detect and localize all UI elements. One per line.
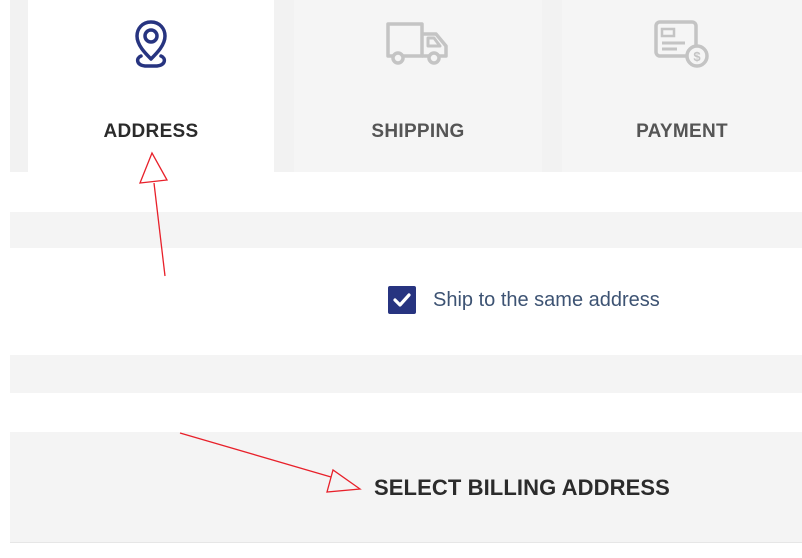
section-divider-band [10, 212, 802, 248]
ship-same-address-checkbox[interactable] [388, 286, 416, 314]
checkmark-icon [393, 293, 411, 307]
svg-text:$: $ [693, 49, 701, 64]
delivery-truck-icon [382, 18, 454, 96]
map-pin-icon [133, 18, 169, 96]
step-address-tab[interactable]: ADDRESS [28, 0, 274, 172]
step-shipping-tab[interactable]: SHIPPING [294, 0, 542, 172]
step-shipping-label: SHIPPING [371, 121, 465, 142]
step-payment-tab[interactable]: $ PAYMENT [562, 0, 802, 172]
step-payment-label: PAYMENT [636, 121, 728, 142]
checkout-page: ADDRESS SHIPPING $ PAYMENT Ship to the s… [0, 0, 802, 558]
payment-card-dollar-icon: $ [651, 18, 713, 96]
step-address-label: ADDRESS [103, 121, 199, 142]
select-billing-address-heading: SELECT BILLING ADDRESS [374, 475, 670, 500]
section-divider-band [10, 355, 802, 393]
ship-same-address-option[interactable]: Ship to the same address [388, 286, 660, 314]
ship-same-address-label: Ship to the same address [433, 288, 660, 311]
divider [10, 542, 802, 543]
